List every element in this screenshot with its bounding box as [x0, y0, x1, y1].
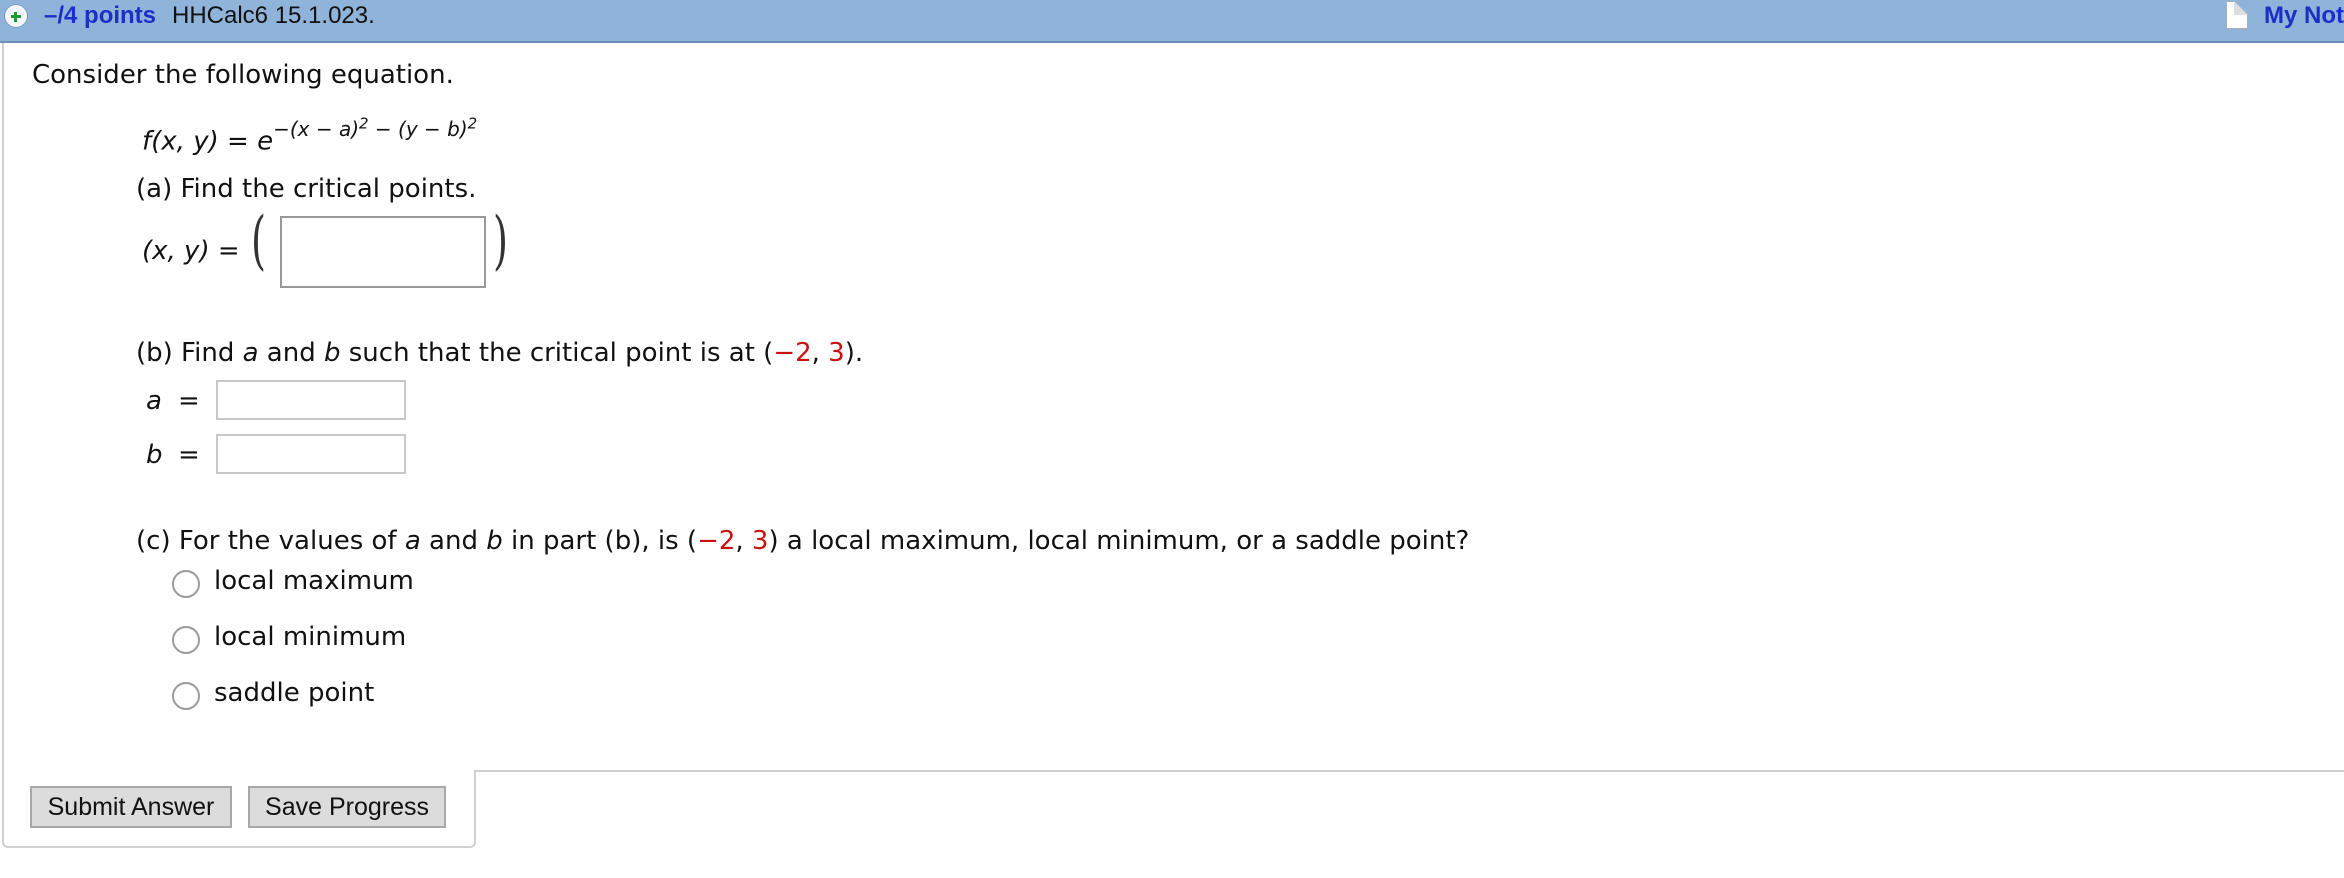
- equation-equals: =: [227, 126, 249, 157]
- radio-local-minimum[interactable]: [172, 626, 200, 654]
- equation-base: e: [257, 126, 274, 157]
- equation-exponent: −(x − a)2 − (y − b)2: [273, 114, 478, 141]
- part-a-prompt: (a) Find the critical points.: [136, 174, 477, 204]
- panel-divider: [474, 770, 2344, 772]
- option-local-minimum: local minimum: [214, 622, 407, 652]
- b-equals: =: [178, 440, 200, 470]
- option-saddle-point: saddle point: [214, 678, 375, 708]
- save-progress-button[interactable]: Save Progress: [248, 786, 446, 828]
- submit-answer-button[interactable]: Submit Answer: [30, 786, 232, 828]
- part-a-lhs: (x, y) =: [142, 236, 240, 266]
- radio-local-maximum[interactable]: [172, 570, 200, 598]
- critical-points-input[interactable]: [280, 216, 486, 288]
- b-input[interactable]: [216, 434, 406, 474]
- part-c-prompt: (c) For the values of a and b in part (b…: [136, 526, 1470, 556]
- equation: f(x, y) = e−(x − a)2 − (y − b)2: [142, 114, 478, 157]
- points-label: –/4 points: [44, 2, 157, 29]
- intro-text: Consider the following equation.: [32, 60, 454, 90]
- a-input[interactable]: [216, 380, 406, 420]
- problem-id: HHCalc6 15.1.023.: [172, 2, 375, 29]
- left-paren: (: [250, 204, 266, 278]
- notes-page-icon[interactable]: [2226, 1, 2248, 29]
- a-equals: =: [178, 386, 200, 416]
- a-label: a: [146, 386, 162, 416]
- option-local-maximum: local maximum: [214, 566, 414, 596]
- my-notes-link[interactable]: My Not: [2264, 2, 2344, 30]
- equation-lhs: f(x, y): [142, 126, 219, 157]
- right-paren: ): [492, 204, 508, 278]
- expand-plus-icon[interactable]: [4, 4, 28, 28]
- part-b-prompt: (b) Find a and b such that the critical …: [136, 338, 864, 368]
- question-header: –/4 points HHCalc6 15.1.023. My Not: [0, 0, 2344, 43]
- radio-saddle-point[interactable]: [172, 682, 200, 710]
- b-label: b: [146, 440, 163, 470]
